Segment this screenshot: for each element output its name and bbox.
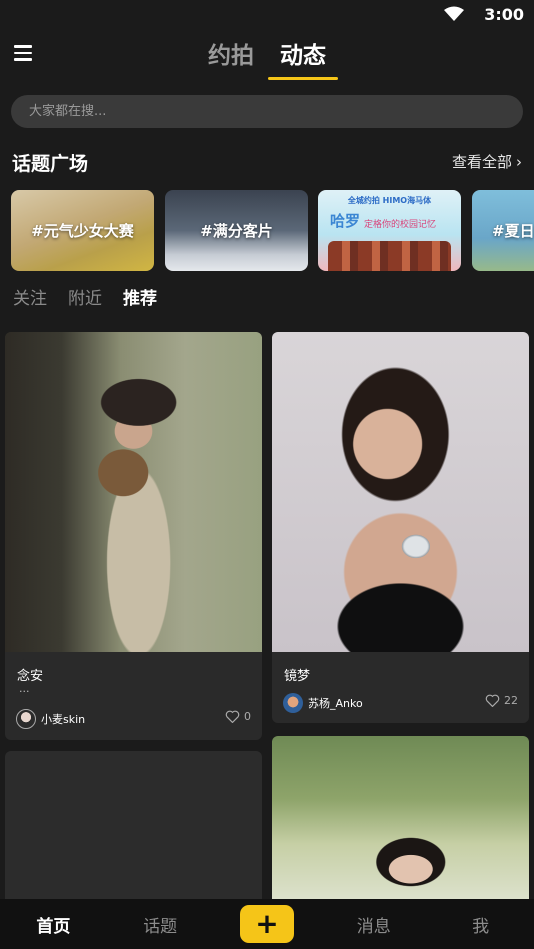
nav-home[interactable]: 首页 xyxy=(0,912,107,937)
topic-card-label: #夏日 xyxy=(492,222,534,240)
post-photo[interactable] xyxy=(272,332,529,652)
banner-illustration xyxy=(328,241,451,271)
post-card[interactable]: 念安 ... 小麦skin 0 xyxy=(5,332,262,740)
author-name: 苏杨_Anko xyxy=(308,697,363,710)
post-card-placeholder[interactable] xyxy=(5,751,262,911)
feed-tabs: 关注 附近 推荐 xyxy=(13,284,157,309)
status-time: 3:00 xyxy=(484,5,524,24)
top-tabs: 约拍 动态 xyxy=(0,36,534,80)
avatar xyxy=(16,709,36,729)
heart-icon xyxy=(485,694,500,707)
banner-title: 哈罗 xyxy=(330,212,361,230)
topic-card-label: #满分客片 xyxy=(200,222,273,240)
post-card[interactable] xyxy=(272,736,529,916)
like-count: 22 xyxy=(504,694,518,707)
avatar xyxy=(283,693,303,713)
nav-publish[interactable]: + xyxy=(214,905,321,943)
post-card[interactable]: 镜梦 苏杨_Anko 22 xyxy=(272,332,529,723)
tab-yuepai[interactable]: 约拍 xyxy=(208,36,254,78)
view-all-link[interactable]: 查看全部 › xyxy=(452,151,522,172)
post-author[interactable]: 苏杨_Anko xyxy=(283,693,363,713)
topic-card[interactable]: #夏日 xyxy=(472,190,534,271)
like-button[interactable]: 0 xyxy=(225,710,251,723)
banner-subtitle: 定格你的校园记忆 xyxy=(364,220,437,230)
nav-messages[interactable]: 消息 xyxy=(320,912,427,937)
author-name: 小麦skin xyxy=(41,713,86,726)
tab-follow[interactable]: 关注 xyxy=(13,284,47,309)
banner-brand: 全城约拍 HIMO海马体 xyxy=(347,196,432,205)
post-excerpt: ... xyxy=(19,682,30,695)
post-title: 镜梦 xyxy=(284,669,311,684)
topic-carousel[interactable]: #元气少女大赛 #满分客片 全城约拍 HIMO海马体 哈罗 定格你的校园记忆 #… xyxy=(11,190,534,271)
topic-card-label: #元气少女大赛 xyxy=(31,222,134,240)
wifi-icon xyxy=(444,6,464,21)
topic-banner-card[interactable]: 全城约拍 HIMO海马体 哈罗 定格你的校园记忆 xyxy=(318,190,461,271)
topic-card[interactable]: #元气少女大赛 xyxy=(11,190,154,271)
view-all-label: 查看全部 xyxy=(451,153,512,171)
like-button[interactable]: 22 xyxy=(485,694,518,707)
tab-nearby[interactable]: 附近 xyxy=(68,284,102,309)
tab-dongtai[interactable]: 动态 xyxy=(268,36,338,80)
status-bar: 3:00 xyxy=(0,0,534,30)
chevron-right-icon: › xyxy=(516,153,522,171)
nav-me[interactable]: 我 xyxy=(427,912,534,937)
post-author[interactable]: 小麦skin xyxy=(16,709,85,729)
heart-icon xyxy=(225,710,240,723)
topic-section-title: 话题广场 xyxy=(12,153,89,175)
topic-card[interactable]: #满分客片 xyxy=(165,190,308,271)
post-photo[interactable] xyxy=(5,332,262,652)
plus-icon[interactable]: + xyxy=(239,905,294,943)
tab-recommend[interactable]: 推荐 xyxy=(123,284,157,309)
nav-topics[interactable]: 话题 xyxy=(107,912,214,937)
like-count: 0 xyxy=(244,710,251,723)
bottom-nav: 首页 话题 + 消息 我 xyxy=(0,899,534,949)
search-input[interactable]: 大家都在搜... xyxy=(11,95,523,128)
post-photo[interactable] xyxy=(272,736,529,916)
